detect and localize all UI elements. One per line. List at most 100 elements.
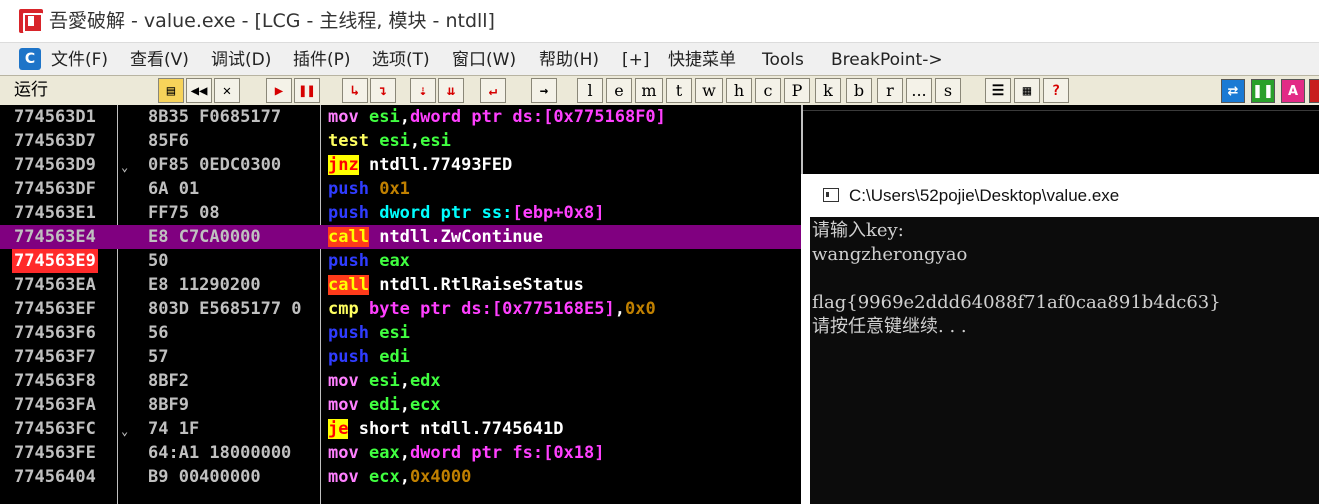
toolbar-run-trace-button[interactable]: ... [906, 78, 932, 103]
disasm-row[interactable]: 774563D9 ⌄ 0F85 0EDC0300 jnz ntdll.77493FED [0, 153, 801, 177]
run-icon[interactable]: ▶ [266, 78, 292, 103]
toolbar-windows-button[interactable]: w [695, 78, 723, 103]
instruction-text: call ntdll.ZwContinue [328, 225, 543, 249]
trace-into-icon[interactable]: ⇣ [410, 78, 436, 103]
close-icon[interactable]: ✕ [214, 78, 240, 103]
menu-options[interactable]: 选项(T) [372, 48, 430, 72]
instruction-bytes: 64:A1 18000000 [148, 443, 292, 463]
disasm-row[interactable]: 774563FA 8BF9 mov edi,ecx [0, 393, 801, 417]
disasm-row[interactable]: 774563F8 8BF2 mov esi,edx [0, 369, 801, 393]
pause-icon[interactable]: ❚❚ [294, 78, 320, 103]
instruction-operands: esi [379, 323, 410, 343]
disasm-row[interactable]: 774563E9 50 push eax [0, 249, 801, 273]
trace-over-icon[interactable]: ⇊ [438, 78, 464, 103]
instruction-mnemonic: cmp [328, 299, 359, 319]
toolbar-callstack-button[interactable]: k [815, 78, 841, 103]
console-window-icon [823, 188, 839, 202]
disasm-row[interactable]: 774563EA E8 11290200 call ntdll.RtlRaiseSt… [0, 273, 801, 297]
instruction-bytes: 74 1F [148, 419, 200, 439]
menu-file[interactable]: 文件(F) [51, 48, 108, 72]
disasm-row[interactable]: 774563F6 56 push esi [0, 321, 801, 345]
step-over-icon[interactable]: ↴ [370, 78, 396, 103]
toolbar-handles-button[interactable]: h [726, 78, 752, 103]
console-title: C:\Users\52pojie\Desktop\value.exe [849, 186, 1120, 205]
instruction-address: 774563E4 [14, 227, 96, 247]
instruction-mnemonic: mov [328, 395, 359, 415]
toolbar-patches-button[interactable]: P [784, 78, 810, 103]
toolbar-references-button[interactable]: r [877, 78, 903, 103]
instruction-operands: esi,esi [379, 131, 451, 151]
disasm-row[interactable]: 774563FE 64:A1 18000000 mov eax,dword ptr … [0, 441, 801, 465]
toolbar-executables-button[interactable]: e [606, 78, 632, 103]
instruction-address: 774563F6 [14, 323, 96, 343]
instruction-operands: eax [379, 251, 410, 271]
refresh-icon[interactable]: ⇄ [1221, 79, 1245, 103]
instruction-operands: ecx,0x4000 [368, 467, 472, 487]
menu-view[interactable]: 查看(V) [130, 48, 189, 72]
instruction-bytes: 8B35 F0685177 [148, 107, 282, 127]
instruction-text: call ntdll.RtlRaiseStatus [328, 273, 584, 297]
disasm-row[interactable]: 774563E4 E8 C7CA0000 call ntdll.ZwContinue [0, 225, 801, 249]
toolbar-source-button[interactable]: s [935, 78, 961, 103]
instruction-address: 774563D1 [14, 107, 96, 127]
instruction-operands: dword ptr ss:[ebp+0x8] [379, 203, 605, 223]
instruction-address: 774563FE [14, 443, 96, 463]
a-badge-button[interactable]: A [1281, 79, 1305, 103]
step-into-icon[interactable]: ↳ [342, 78, 368, 103]
instruction-bytes: 6A 01 [148, 179, 200, 199]
instruction-mnemonic: push [328, 203, 369, 223]
disasm-row[interactable]: 774563D1 8B35 F0685177 mov esi,dword ptr d… [0, 105, 801, 129]
disasm-row[interactable]: 77456404 B9 00400000 mov ecx,0x4000 [0, 465, 801, 489]
list-icon[interactable]: ☰ [985, 78, 1011, 103]
empty-pane [801, 105, 1319, 174]
stop-icon[interactable] [1309, 79, 1319, 103]
disasm-row[interactable]: 774563D7 85F6 test esi,esi [0, 129, 801, 153]
instruction-mnemonic: push [328, 179, 369, 199]
toolbar-memory-button[interactable]: m [635, 78, 663, 103]
instruction-address: 774563D7 [14, 131, 96, 151]
disassembly-pane[interactable]: 774563D1 8B35 F0685177 mov esi,dword ptr d… [0, 105, 801, 504]
menu-plus[interactable]: [+] [622, 48, 650, 72]
toolbar: 运行 ▤ ◀◀ ✕ ▶ ❚❚ ↳ ↴ ⇣ ⇊ ↵ → l e m t w h c… [0, 75, 1319, 105]
restart-icon[interactable]: ◀◀ [186, 78, 212, 103]
menu-help[interactable]: 帮助(H) [539, 48, 599, 72]
instruction-address: 774563E9 [12, 249, 98, 273]
disasm-row[interactable]: 774563E1 FF75 08 push dword ptr ss:[ebp+0x… [0, 201, 801, 225]
open-file-icon[interactable]: ▤ [158, 78, 184, 103]
instruction-mnemonic: call [328, 227, 369, 247]
instruction-text: je short ntdll.7745641D [328, 417, 563, 441]
execute-till-return-icon[interactable]: ↵ [480, 78, 506, 103]
title-bar: 吾愛破解 - value.exe - [LCG - 主线程, 模块 - ntdl… [0, 0, 1319, 42]
disasm-row[interactable]: 774563F7 57 push edi [0, 345, 801, 369]
disasm-row[interactable]: 774563EF 803D E5685177 0 cmp byte ptr ds:[… [0, 297, 801, 321]
options-icon[interactable]: ▦ [1014, 78, 1040, 103]
menu-window[interactable]: 窗口(W) [452, 48, 516, 72]
cpu-window-icon[interactable]: C [19, 48, 41, 70]
instruction-bytes: FF75 08 [148, 203, 220, 223]
disasm-row[interactable]: 774563DF 6A 01 push 0x1 [0, 177, 801, 201]
toolbar-breakpoints-button[interactable]: b [846, 78, 872, 103]
jump-arrow-icon: ⌄ [121, 424, 129, 438]
menu-shortcuts[interactable]: 快捷菜单 [668, 48, 736, 72]
toolbar-threads-button[interactable]: t [666, 78, 692, 103]
help-button[interactable]: ? [1043, 78, 1069, 103]
goto-icon[interactable]: → [531, 78, 557, 103]
menu-debug[interactable]: 调试(D) [211, 48, 271, 72]
console-window[interactable]: C:\Users\52pojie\Desktop\value.exe 请输入ke… [810, 174, 1319, 504]
menu-plugins[interactable]: 插件(P) [293, 48, 351, 72]
instruction-mnemonic: push [328, 347, 369, 367]
menu-breakpoint[interactable]: BreakPoint-> [831, 48, 943, 72]
disasm-row[interactable]: 774563FC ⌄ 74 1F je short ntdll.7745641D [0, 417, 801, 441]
instruction-operands: 0x1 [379, 179, 410, 199]
instruction-mnemonic: push [328, 323, 369, 343]
toolbar-cpu-button[interactable]: c [755, 78, 781, 103]
menu-tools[interactable]: Tools [762, 48, 804, 72]
console-title-bar[interactable]: C:\Users\52pojie\Desktop\value.exe [810, 174, 1319, 217]
instruction-operands: byte ptr ds:[0x775168E5],0x0 [368, 299, 656, 319]
instruction-mnemonic: mov [328, 467, 359, 487]
instruction-address: 774563EF [14, 299, 96, 319]
toolbar-log-button[interactable]: l [577, 78, 603, 103]
instruction-text: push esi [328, 321, 410, 345]
pause-green-icon[interactable]: ❚❚ [1251, 79, 1275, 103]
